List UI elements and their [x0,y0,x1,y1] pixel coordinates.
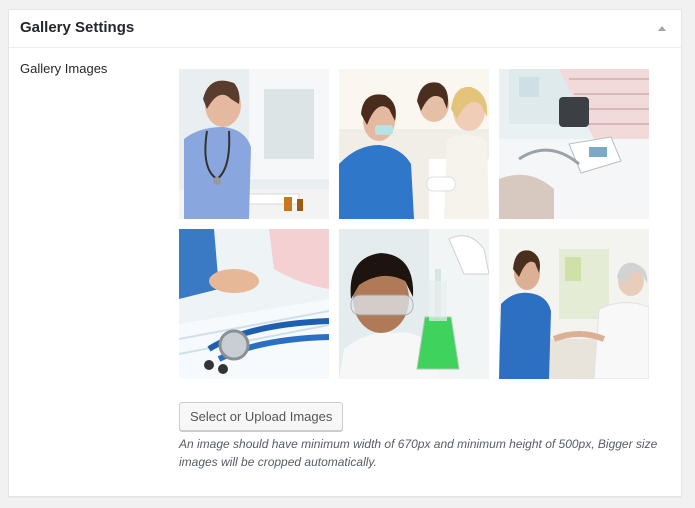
gallery-image-5[interactable] [339,229,489,379]
gallery-image-6[interactable] [499,229,649,379]
metabox-header[interactable]: Gallery Settings [9,10,681,48]
gallery-image-4[interactable] [179,229,329,379]
gallery-image-3[interactable] [499,69,649,219]
gallery-image-1[interactable] [179,69,329,219]
select-upload-images-button[interactable]: Select or Upload Images [179,402,344,431]
gallery-image-2[interactable] [339,69,489,219]
gallery-images-label: Gallery Images [20,61,108,76]
gallery-settings-metabox: Gallery Settings Gallery Images Select o… [8,9,682,497]
triangle-up-icon[interactable] [656,23,668,35]
image-size-help-text: An image should have minimum width of 67… [179,437,658,469]
metabox-title: Gallery Settings [20,19,135,36]
image-gallery [179,69,659,389]
